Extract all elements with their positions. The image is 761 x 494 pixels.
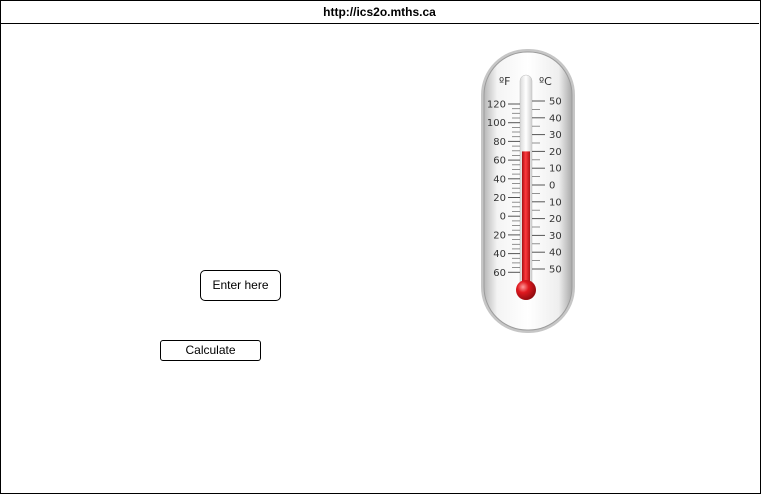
thermometer-graphic: ºF ºC 120100806040200204060 504030201001… [481, 49, 575, 333]
thermometer-bulb [516, 280, 536, 300]
fahrenheit-tick-label: 40 [493, 174, 506, 185]
enter-input[interactable]: Enter here [200, 270, 281, 301]
fahrenheit-tick-label: 120 [487, 100, 506, 111]
celsius-tick-label: 20 [549, 214, 562, 225]
celsius-tick-label: 40 [549, 113, 562, 124]
fahrenheit-tick-label: 100 [487, 118, 506, 129]
celsius-tick-label: 0 [549, 181, 555, 192]
celsius-unit-label: ºC [539, 75, 552, 88]
mercury-column [522, 151, 530, 290]
thermometer-image: ºF ºC 120 100 80 60 40 20 0 20 40 60 50 40 30 20 10 0 1… [478, 47, 578, 335]
page-frame [0, 0, 761, 494]
fahrenheit-tick-label: 20 [493, 193, 506, 204]
fahrenheit-tick-label: 0 [500, 212, 506, 223]
url-bar: http://ics2o.mths.ca [0, 0, 759, 24]
celsius-tick-label: 50 [549, 265, 562, 276]
calculate-button[interactable]: Calculate [160, 340, 261, 361]
fahrenheit-tick-label: 60 [493, 156, 506, 167]
fahrenheit-tick-label: 40 [493, 249, 506, 260]
fahrenheit-tick-label: 20 [493, 230, 506, 241]
celsius-tick-label: 10 [549, 197, 562, 208]
fahrenheit-tick-label: 60 [493, 268, 506, 279]
celsius-tick-label: 40 [549, 248, 562, 259]
celsius-tick-label: 50 [549, 97, 562, 108]
celsius-tick-label: 30 [549, 231, 562, 242]
celsius-tick-label: 20 [549, 147, 562, 158]
fahrenheit-tick-label: 80 [493, 137, 506, 148]
celsius-tick-label: 10 [549, 164, 562, 175]
fahrenheit-unit-label: ºF [499, 75, 511, 88]
celsius-tick-label: 30 [549, 130, 562, 141]
